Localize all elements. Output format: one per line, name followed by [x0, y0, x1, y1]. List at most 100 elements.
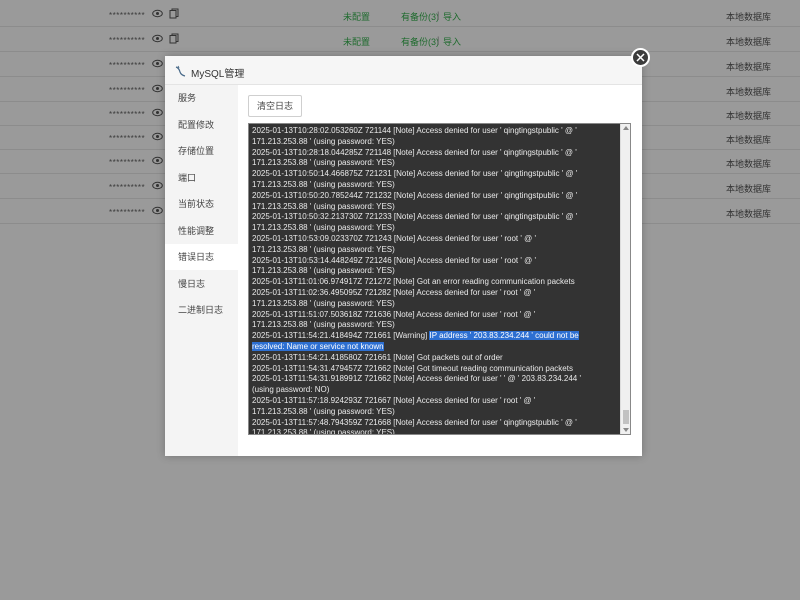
log-line: 2025-01-13T10:28:18.044285Z 721148 [Note…	[252, 148, 616, 159]
dialog-header: MySQL管理	[165, 56, 642, 85]
error-log-viewer[interactable]: 2025-01-13T10:28:02.053260Z 721144 [Note…	[248, 123, 631, 435]
log-line: 2025-01-13T10:50:20.785244Z 721232 [Note…	[252, 191, 616, 202]
log-line: 171.213.253.88 ' (using password: YES)	[252, 320, 616, 331]
password-masked: **********	[109, 86, 146, 95]
log-line: 171.213.253.88 ' (using password: YES)	[252, 266, 616, 277]
log-line: 2025-01-13T10:53:14.448249Z 721246 [Note…	[252, 256, 616, 267]
sidebar-item[interactable]: 性能调整	[165, 218, 238, 244]
log-line-text: 2025-01-13T10:50:32.213730Z 721233 [Note…	[252, 212, 578, 222]
log-line-text: 171.213.253.88 ' (using password: YES)	[252, 201, 395, 211]
log-line: 171.213.253.88 ' (using password: YES)	[252, 428, 616, 435]
config-status-link[interactable]: 未配置	[343, 35, 370, 48]
sidebar-item[interactable]: 服务	[165, 85, 238, 111]
clear-log-button[interactable]: 清空日志	[248, 95, 302, 117]
log-line-text: 2025-01-13T11:57:48.794359Z 721668 [Note…	[252, 417, 577, 427]
password-masked: **********	[109, 110, 146, 119]
log-line-text: 171.213.253.88 ' (using password: YES)	[252, 179, 395, 189]
db-location: 本地数据库	[726, 111, 772, 121]
log-line-text: 2025-01-13T11:51:07.503618Z 721636 [Note…	[252, 309, 536, 319]
selected-log-text: resolved: Name or service not known	[252, 341, 384, 351]
sidebar-item[interactable]: 配置修改	[165, 112, 238, 138]
db-location: 本地数据库	[726, 37, 772, 47]
log-line: 2025-01-13T11:57:48.794359Z 721668 [Note…	[252, 418, 616, 429]
password-masked: **********	[109, 158, 146, 167]
backup-link[interactable]: 有备份(3)	[401, 35, 439, 48]
sidebar-item[interactable]: 错误日志	[165, 244, 238, 270]
password-masked: **********	[109, 208, 146, 217]
log-line: 2025-01-13T11:54:31.479457Z 721662 [Note…	[252, 364, 616, 375]
log-line: 2025-01-13T10:50:14.466875Z 721231 [Note…	[252, 169, 616, 180]
log-line: 2025-01-13T11:02:36.495095Z 721282 [Note…	[252, 288, 616, 299]
log-line-text: (using password: NO)	[252, 385, 330, 395]
eye-icon[interactable]	[152, 131, 163, 142]
password-masked: **********	[109, 11, 146, 20]
sidebar-item[interactable]: 慢日志	[165, 271, 238, 297]
log-scrollbar[interactable]	[620, 124, 630, 434]
log-line: 171.213.253.88 ' (using password: YES)	[252, 202, 616, 213]
db-location: 本地数据库	[726, 135, 772, 145]
log-line-text: 2025-01-13T11:54:31.918991Z 721662 [Note…	[252, 374, 581, 384]
import-link[interactable]: 导入	[443, 35, 461, 48]
eye-icon[interactable]	[152, 180, 163, 191]
eye-icon[interactable]	[152, 205, 163, 216]
close-icon	[636, 53, 645, 62]
mysql-sidebar-nav: 服务 配置修改 存储位置 端口 当前状态 性能调整 错误日志 慢日志 二进制日志	[165, 85, 238, 456]
log-line-text: 171.213.253.88 ' (using password: YES)	[252, 136, 395, 146]
scroll-up-icon[interactable]	[623, 126, 629, 130]
sidebar-item[interactable]: 二进制日志	[165, 297, 238, 323]
log-line-text: 2025-01-13T10:50:14.466875Z 721231 [Note…	[252, 169, 578, 179]
table-row: ********** 未配置 有备份(3) 导入 本地数据库 |	[0, 3, 800, 27]
log-line-text: 171.213.253.88 ' (using password: YES)	[252, 266, 395, 276]
close-dialog-button[interactable]	[631, 48, 650, 67]
log-line: 2025-01-13T11:54:21.418580Z 721661 [Note…	[252, 353, 616, 364]
log-content[interactable]: 2025-01-13T10:28:02.053260Z 721144 [Note…	[252, 126, 616, 435]
log-line: 171.213.253.88 ' (using password: YES)	[252, 137, 616, 148]
eye-icon[interactable]	[152, 58, 163, 69]
password-masked: **********	[109, 61, 146, 70]
import-link[interactable]: 导入	[443, 10, 461, 23]
sidebar-item[interactable]: 当前状态	[165, 191, 238, 217]
log-line: 2025-01-13T11:54:31.918991Z 721662 [Note…	[252, 374, 616, 385]
log-line-text: 171.213.253.88 ' (using password: YES)	[252, 428, 395, 435]
log-line-text: 2025-01-13T11:54:31.479457Z 721662 [Note…	[252, 363, 573, 373]
scroll-thumb[interactable]	[623, 410, 629, 424]
eye-icon[interactable]	[152, 83, 163, 94]
eye-icon[interactable]	[152, 107, 163, 118]
log-line-text: 171.213.253.88 ' (using password: YES)	[252, 244, 395, 254]
log-line-text: 171.213.253.88 ' (using password: YES)	[252, 158, 395, 168]
db-location: 本地数据库	[726, 184, 772, 194]
copy-icon[interactable]	[169, 33, 179, 44]
log-line-text: 171.213.253.88 ' (using password: YES)	[252, 298, 395, 308]
log-line: 2025-01-13T11:57:18.924293Z 721667 [Note…	[252, 396, 616, 407]
log-line-text: 2025-01-13T11:54:21.418494Z 721661 [Warn…	[252, 331, 430, 341]
copy-icon[interactable]	[169, 8, 179, 19]
password-masked: **********	[109, 134, 146, 143]
log-line: 171.213.253.88 ' (using password: YES)	[252, 223, 616, 234]
selected-log-text: IP address ' 203.83.234.244 ' could not …	[429, 331, 579, 341]
log-line: 171.213.253.88 ' (using password: YES)	[252, 407, 616, 418]
db-location: 本地数据库	[726, 62, 772, 72]
eye-icon[interactable]	[152, 8, 163, 19]
log-line: (using password: NO)	[252, 385, 616, 396]
table-row: ********** 未配置 有备份(3) 导入 本地数据库 |	[0, 28, 800, 52]
backup-link[interactable]: 有备份(3)	[401, 10, 439, 23]
log-line-text: 2025-01-13T10:28:02.053260Z 721144 [Note…	[252, 126, 577, 135]
log-line: 2025-01-13T11:54:21.418494Z 721661 [Warn…	[252, 331, 616, 342]
sidebar-item[interactable]: 存储位置	[165, 138, 238, 164]
sidebar-item[interactable]: 端口	[165, 165, 238, 191]
log-line-text: 2025-01-13T10:28:18.044285Z 721148 [Note…	[252, 147, 577, 157]
link-separator: |	[437, 35, 440, 45]
log-line-text: 2025-01-13T10:53:09.023370Z 721243 [Note…	[252, 233, 536, 243]
mysql-logo-icon	[175, 65, 186, 77]
log-line-text: 2025-01-13T11:01:06.974917Z 721272 [Note…	[252, 277, 575, 287]
log-line-text: 171.213.253.88 ' (using password: YES)	[252, 406, 395, 416]
eye-icon[interactable]	[152, 155, 163, 166]
scroll-down-icon[interactable]	[623, 428, 629, 432]
config-status-link[interactable]: 未配置	[343, 10, 370, 23]
log-line-text: 171.213.253.88 ' (using password: YES)	[252, 223, 395, 233]
link-separator: |	[437, 10, 440, 20]
log-line: 2025-01-13T10:50:32.213730Z 721233 [Note…	[252, 212, 616, 223]
db-location: 本地数据库	[726, 12, 772, 22]
eye-icon[interactable]	[152, 33, 163, 44]
log-line-text: 2025-01-13T10:53:14.448249Z 721246 [Note…	[252, 255, 536, 265]
